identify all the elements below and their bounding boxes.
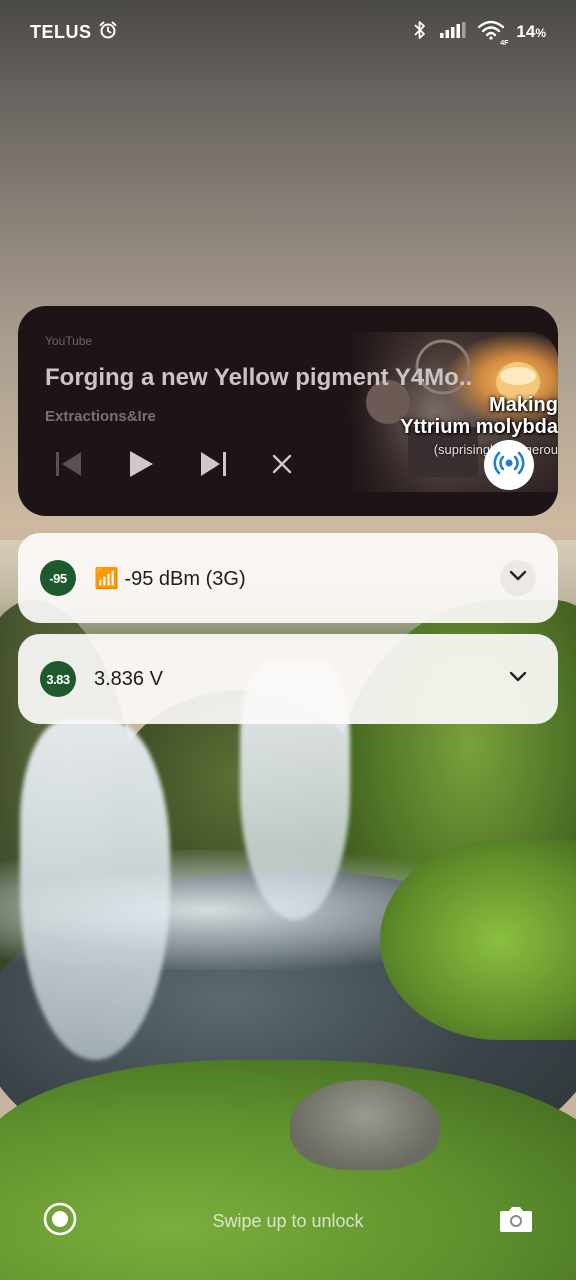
lockscreen-bottom-bar: Swipe up to unlock [0, 1196, 576, 1246]
signal-bars-emoji: 📶 [94, 567, 119, 590]
chevron-down-icon [508, 569, 528, 588]
media-artwork-line1: Making [489, 394, 558, 416]
wifi-icon: 4F [478, 20, 508, 47]
voltage-notification[interactable]: 3.83 3.836 V [18, 634, 558, 724]
wallpaper-rock [290, 1080, 440, 1170]
cast-icon [492, 446, 526, 485]
battery-value: 14 [516, 22, 536, 41]
voltage-badge-icon: 3.83 [40, 661, 76, 697]
next-button[interactable] [198, 446, 270, 486]
expand-signal-button[interactable] [500, 560, 536, 596]
skip-next-icon [198, 450, 228, 483]
record-icon[interactable] [42, 1201, 78, 1242]
battery-percent: 14% [516, 22, 546, 42]
signal-value: -95 dBm (3G) [124, 567, 246, 590]
status-right: 4F 14% [412, 20, 546, 47]
previous-button[interactable] [54, 446, 126, 486]
play-button[interactable] [126, 446, 198, 486]
close-icon [270, 452, 294, 481]
media-title: Forging a new Yellow pigment Y4Mo.. [45, 364, 473, 391]
wallpaper-grass-bottom [0, 1060, 576, 1280]
media-artwork-line2: Yttrium molybda [400, 416, 558, 438]
bluetooth-icon [412, 20, 428, 45]
chevron-down-icon [508, 670, 528, 689]
signal-badge-icon: -95 [40, 560, 76, 596]
cast-button[interactable] [484, 440, 534, 490]
media-controls [54, 446, 342, 486]
voltage-notification-text: 3.836 V [94, 667, 163, 690]
expand-voltage-button[interactable] [500, 661, 536, 697]
play-icon [126, 449, 156, 484]
wifi-badge: 4F [500, 39, 509, 47]
dismiss-media-button[interactable] [270, 446, 342, 486]
alarm-icon [98, 20, 118, 45]
media-artwork-caption: Making Yttrium molybda [398, 394, 558, 438]
skip-previous-icon [54, 450, 84, 483]
status-bar: TELUS 4F 14% [0, 0, 576, 64]
media-source-app: YouTube [45, 334, 93, 348]
status-left: TELUS [30, 20, 118, 45]
cell-signal-icon [440, 21, 466, 43]
signal-notification[interactable]: -95 📶 -95 dBm (3G) [18, 533, 558, 623]
battery-unit: % [535, 26, 546, 40]
carrier-name: TELUS [30, 21, 92, 42]
media-artist: Extractions&Ire [45, 408, 156, 425]
swipe-up-hint: Swipe up to unlock [212, 1210, 364, 1231]
media-player-card[interactable]: Making Yttrium molybda (suprisingly dang… [18, 306, 558, 516]
camera-icon[interactable] [498, 1203, 534, 1240]
signal-notification-text: 📶 -95 dBm (3G) [94, 566, 500, 591]
